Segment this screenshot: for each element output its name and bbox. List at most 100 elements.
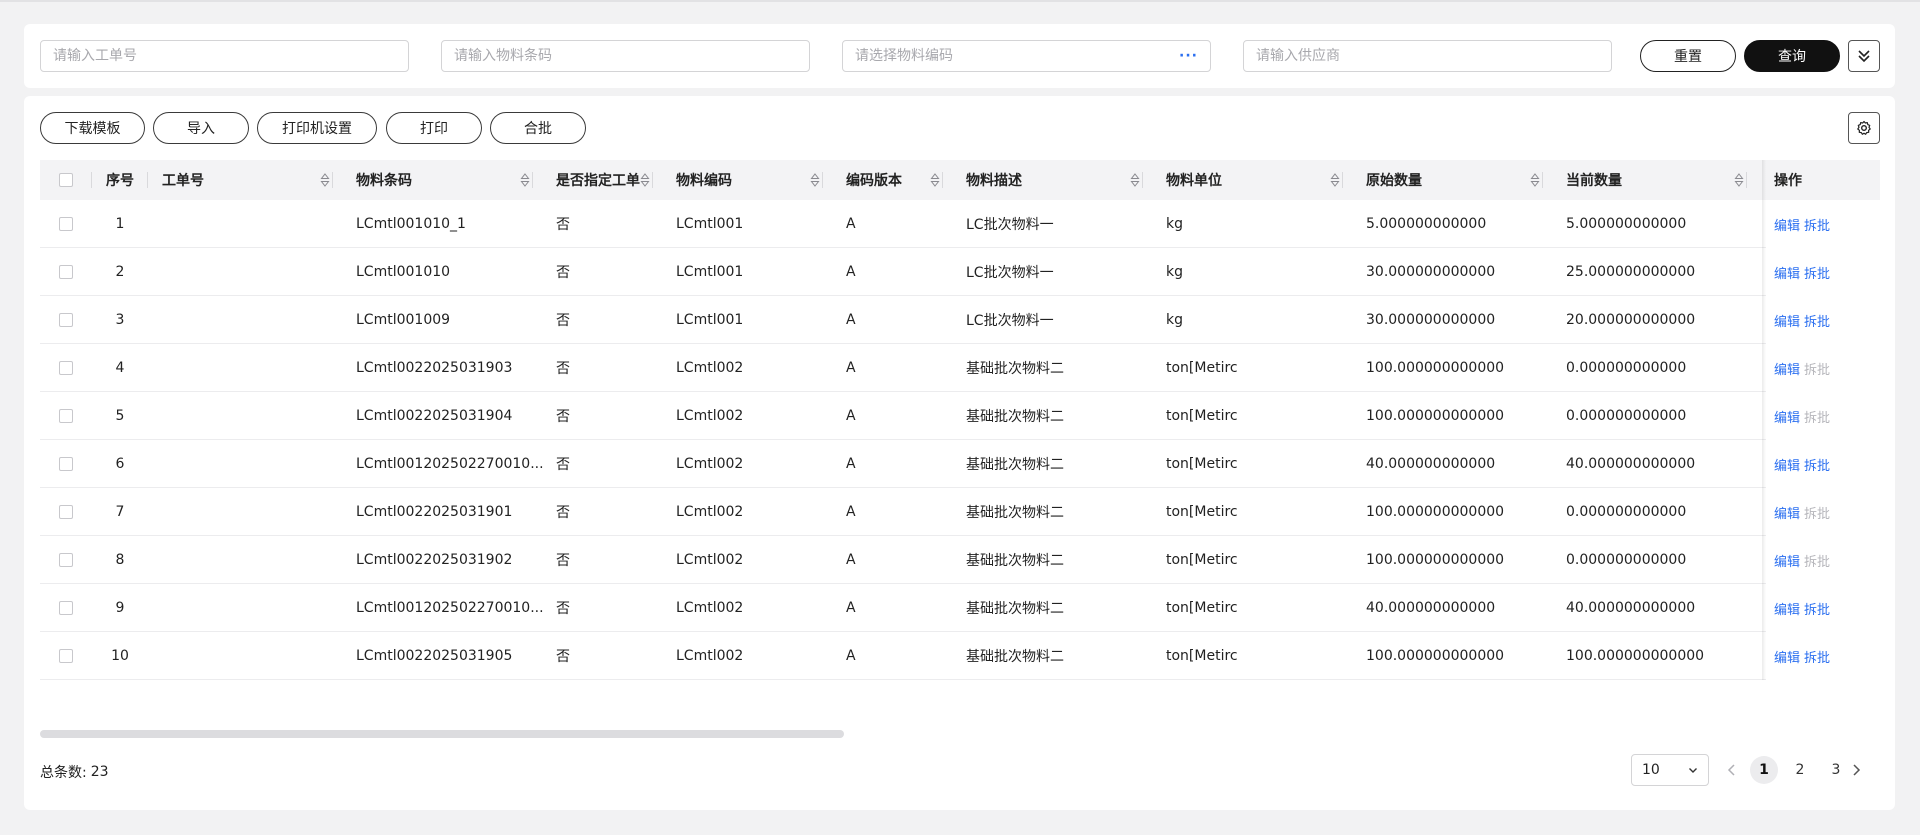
split-batch-link[interactable]: 拆批 — [1804, 359, 1830, 378]
double-chevron-down-icon — [1858, 50, 1870, 63]
reset-button[interactable]: 重置 — [1640, 40, 1736, 72]
table-row[interactable]: 5 LCmtl0022025031904 否 LCmtl002 A 基础批次物料二 ton[… — [40, 392, 1880, 440]
table-row[interactable]: 4 LCmtl0022025031903 否 LCmtl002 A 基础批次物料二 ton[… — [40, 344, 1880, 392]
filter-panel: ··· 重置 查询 — [24, 24, 1895, 88]
sort-icon[interactable] — [1734, 172, 1744, 188]
print-button[interactable]: 打印 — [386, 112, 482, 144]
table-row[interactable]: 1 LCmtl001010_1 否 LCmtl001 A LC批次物料一 kg 5.00000… — [40, 200, 1880, 248]
horizontal-scrollbar[interactable] — [40, 730, 844, 738]
expand-filters-button[interactable] — [1848, 40, 1880, 72]
material-code-input[interactable] — [855, 41, 1174, 71]
sort-icon[interactable] — [520, 172, 530, 188]
query-button[interactable]: 查询 — [1744, 40, 1840, 72]
split-batch-link[interactable]: 拆批 — [1804, 551, 1830, 570]
split-batch-link[interactable]: 拆批 — [1804, 263, 1830, 282]
column-divider[interactable] — [652, 172, 653, 188]
split-batch-link[interactable]: 拆批 — [1804, 407, 1830, 426]
split-batch-link[interactable]: 拆批 — [1804, 599, 1830, 618]
column-material-unit[interactable]: 物料单位 — [1158, 160, 1358, 200]
row-checkbox[interactable] — [59, 409, 73, 423]
column-is-assigned-order[interactable]: 是否指定工单 — [548, 160, 668, 200]
column-current-qty[interactable]: 当前数量 — [1558, 160, 1762, 200]
row-checkbox[interactable] — [59, 457, 73, 471]
sort-icon[interactable] — [930, 172, 940, 188]
supplier-field[interactable] — [1243, 40, 1612, 72]
sort-icon[interactable] — [1530, 172, 1540, 188]
row-checkbox[interactable] — [59, 505, 73, 519]
edit-link[interactable]: 编辑 — [1774, 407, 1800, 426]
table-row[interactable]: 8 LCmtl0022025031902 否 LCmtl002 A 基础批次物料二 ton[… — [40, 536, 1880, 584]
sort-icon[interactable] — [1130, 172, 1140, 188]
column-divider[interactable] — [1542, 172, 1543, 188]
printer-settings-button[interactable]: 打印机设置 — [257, 112, 377, 144]
column-divider[interactable] — [822, 172, 823, 188]
table-row[interactable]: 7 LCmtl0022025031901 否 LCmtl002 A 基础批次物料二 ton[… — [40, 488, 1880, 536]
row-checkbox[interactable] — [59, 601, 73, 615]
supplier-input[interactable] — [1256, 41, 1599, 71]
split-batch-link[interactable]: 拆批 — [1804, 503, 1830, 522]
select-all-checkbox[interactable] — [59, 173, 73, 187]
row-checkbox[interactable] — [59, 553, 73, 567]
sort-icon[interactable] — [640, 172, 650, 188]
work-order-input[interactable] — [53, 41, 396, 71]
sort-icon[interactable] — [1330, 172, 1340, 188]
table-row[interactable]: 10 LCmtl0022025031905 否 LCmtl002 A 基础批次物料二 ton… — [40, 632, 1880, 680]
next-page-button[interactable] — [1844, 758, 1868, 782]
sort-icon[interactable] — [810, 172, 820, 188]
table-row[interactable]: 3 LCmtl001009 否 LCmtl001 A LC批次物料一 kg 30.000000… — [40, 296, 1880, 344]
page-size-select[interactable]: 10 — [1631, 754, 1709, 786]
table-settings-button[interactable] — [1848, 112, 1880, 144]
column-material-desc[interactable]: 物料描述 — [958, 160, 1158, 200]
edit-link[interactable]: 编辑 — [1774, 503, 1800, 522]
split-batch-link[interactable]: 拆批 — [1804, 647, 1830, 666]
split-batch-link[interactable]: 拆批 — [1804, 455, 1830, 474]
material-barcode-cell: LCmtl001010 — [356, 264, 451, 280]
edit-link[interactable]: 编辑 — [1774, 647, 1800, 666]
material-barcode-input[interactable] — [454, 41, 797, 71]
sort-icon[interactable] — [320, 172, 330, 188]
edit-link[interactable]: 编辑 — [1774, 599, 1800, 618]
edit-link[interactable]: 编辑 — [1774, 263, 1800, 282]
row-checkbox[interactable] — [59, 361, 73, 375]
import-button[interactable]: 导入 — [153, 112, 249, 144]
row-select-cell — [40, 296, 92, 344]
table-row[interactable]: 2 LCmtl001010 否 LCmtl001 A LC批次物料一 kg 30.000000… — [40, 248, 1880, 296]
original-qty-cell: 100.000000000000 — [1366, 504, 1505, 520]
column-original-qty[interactable]: 原始数量 — [1358, 160, 1558, 200]
edit-link[interactable]: 编辑 — [1774, 311, 1800, 330]
row-checkbox[interactable] — [59, 265, 73, 279]
column-divider[interactable] — [942, 172, 943, 188]
edit-link[interactable]: 编辑 — [1774, 551, 1800, 570]
row-checkbox[interactable] — [59, 313, 73, 327]
edit-link[interactable]: 编辑 — [1774, 359, 1800, 378]
split-batch-link[interactable]: 拆批 — [1804, 215, 1830, 234]
work-order-field[interactable] — [40, 40, 409, 72]
ellipsis-icon[interactable]: ··· — [1179, 48, 1198, 64]
merge-batch-button[interactable]: 合批 — [490, 112, 586, 144]
code-version-cell: A — [846, 552, 856, 568]
row-checkbox[interactable] — [59, 649, 73, 663]
column-work-order[interactable]: 工单号 — [148, 160, 348, 200]
column-material-barcode[interactable]: 物料条码 — [348, 160, 548, 200]
row-select-cell — [40, 632, 92, 680]
work-order-cell — [148, 584, 348, 632]
edit-link[interactable]: 编辑 — [1774, 455, 1800, 474]
row-checkbox[interactable] — [59, 217, 73, 231]
material-code-field[interactable]: ··· — [842, 40, 1211, 72]
page-number-1[interactable]: 1 — [1750, 756, 1778, 784]
column-divider[interactable] — [1746, 172, 1747, 188]
prev-page-button[interactable] — [1720, 758, 1744, 782]
material-barcode-field[interactable] — [441, 40, 810, 72]
column-divider[interactable] — [532, 172, 533, 188]
column-divider[interactable] — [332, 172, 333, 188]
column-divider[interactable] — [1142, 172, 1143, 188]
page-number-2[interactable]: 2 — [1786, 756, 1814, 784]
split-batch-link[interactable]: 拆批 — [1804, 311, 1830, 330]
column-code-version[interactable]: 编码版本 — [838, 160, 958, 200]
table-row[interactable]: 9 LCmtl001202502270010... 否 LCmtl002 A 基础批次物料… — [40, 584, 1880, 632]
download-template-button[interactable]: 下载模板 — [40, 112, 145, 144]
edit-link[interactable]: 编辑 — [1774, 215, 1800, 234]
row-index: 2 — [115, 264, 125, 280]
table-row[interactable]: 6 LCmtl001202502270010... 否 LCmtl002 A 基础批次物料… — [40, 440, 1880, 488]
column-divider[interactable] — [1342, 172, 1343, 188]
